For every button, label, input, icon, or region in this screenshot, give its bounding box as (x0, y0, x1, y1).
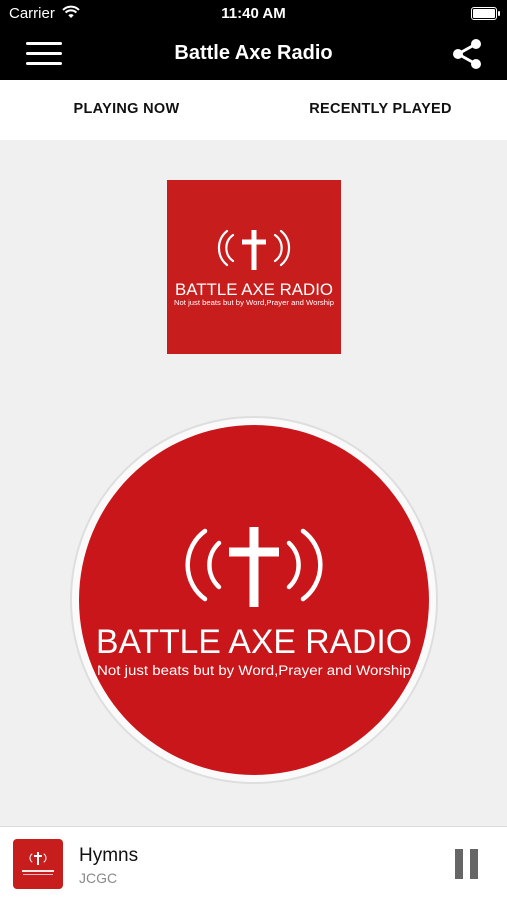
station-artwork: BATTLE AXE RADIO Not just beats but by W… (79, 425, 429, 775)
mini-player: Hymns JCGC (0, 826, 507, 900)
station-tagline-mark (23, 874, 53, 875)
broadcast-cross-icon (185, 527, 323, 607)
nav-bar: Battle Axe Radio (0, 28, 507, 80)
station-name-mark (22, 870, 54, 872)
track-artwork-thumbnail (13, 839, 63, 889)
battery-icon (471, 7, 500, 20)
tab-playing-now[interactable]: PLAYING NOW (0, 80, 253, 140)
track-title: Hymns (79, 845, 139, 866)
share-icon[interactable] (449, 36, 485, 72)
clock: 11:40 AM (221, 5, 286, 22)
track-artist: JCGC (79, 870, 118, 886)
station-tagline: Not just beats but by Word,Prayer and Wo… (97, 663, 411, 678)
station-tagline: Not just beats but by Word,Prayer and Wo… (174, 300, 334, 307)
pause-button[interactable] (455, 849, 479, 879)
station-name: BATTLE AXE RADIO (175, 281, 333, 299)
page-title: Battle Axe Radio (174, 42, 333, 64)
station-name: BATTLE AXE RADIO (96, 623, 412, 661)
status-bar: Carrier 11:40 AM (0, 0, 507, 28)
broadcast-cross-icon (29, 852, 47, 865)
broadcast-cross-icon (217, 229, 291, 270)
station-logo-square: BATTLE AXE RADIO Not just beats but by W… (167, 180, 341, 354)
pause-icon-bar (470, 849, 478, 879)
tab-recently-played[interactable]: RECENTLY PLAYED (254, 80, 507, 140)
tab-bar: PLAYING NOW RECENTLY PLAYED (0, 80, 507, 220)
pause-icon-bar (455, 849, 463, 879)
